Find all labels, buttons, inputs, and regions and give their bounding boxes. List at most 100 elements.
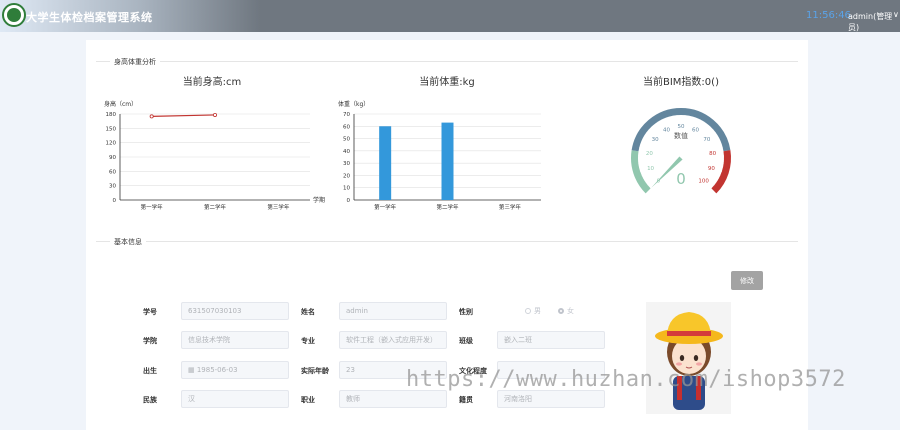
clock: 11:56:46 — [806, 10, 851, 21]
section-title-info: 基本信息 — [110, 237, 146, 247]
y-tick-label: 40 — [343, 149, 350, 155]
label-occupation: 职业 — [301, 395, 315, 405]
x-tick-label: 第一学年 — [141, 203, 164, 211]
gauge-tick — [708, 185, 712, 189]
chevron-down-icon[interactable]: ∨ — [893, 10, 899, 19]
y-tick-label: 0 — [347, 198, 351, 204]
label-class: 班级 — [459, 336, 473, 346]
x-tick-label: 第三学年 — [499, 203, 522, 211]
student-id-field[interactable]: 631507030103 — [181, 302, 289, 320]
class-field[interactable]: 嵌入二班 — [497, 331, 605, 349]
app-title: 大学生体检档案管理系统 — [26, 9, 153, 25]
gauge-tick — [709, 127, 711, 129]
gauge-tick-label: 40 — [663, 127, 670, 133]
gauge-tick — [652, 127, 654, 129]
gauge-tick — [698, 120, 700, 124]
y-tick-label: 120 — [106, 141, 117, 147]
weight-chart-title: 当前体重:kg — [367, 73, 527, 88]
label-student-id: 学号 — [143, 307, 157, 317]
gauge-tick-label: 100 — [698, 179, 709, 185]
gauge-tick — [669, 117, 670, 119]
height-x-axis-label: 学期 — [313, 196, 325, 204]
label-college: 学院 — [143, 336, 157, 346]
gauge-tick — [714, 181, 716, 182]
section-divider — [96, 61, 798, 62]
y-tick-label: 60 — [109, 169, 116, 175]
gauge-tick — [692, 117, 693, 119]
radio-icon — [525, 308, 531, 314]
section-title-body: 身高体重分析 — [110, 57, 160, 67]
occupation-field[interactable]: 教师 — [339, 390, 447, 408]
gauge-tick — [642, 174, 644, 175]
gender-male-label: 男 — [534, 307, 541, 315]
ethnicity-field[interactable]: 汉 — [181, 390, 289, 408]
gauge-tick — [658, 122, 659, 124]
gender-female-label: 女 — [567, 307, 574, 315]
gauge-tick — [716, 136, 718, 137]
height-series-line — [152, 115, 215, 116]
gauge-tick — [712, 184, 714, 186]
avatar-illustration — [646, 302, 731, 414]
gauge-tick — [649, 130, 651, 132]
gauge-tick — [640, 170, 645, 172]
student-avatar[interactable] — [646, 302, 731, 414]
gender-radio-male[interactable]: 男 — [525, 306, 541, 316]
height-data-point — [213, 113, 216, 116]
section-divider — [96, 241, 798, 242]
gauge-title: 当前BIM指数:0() — [601, 73, 761, 88]
gauge-tick — [644, 136, 646, 137]
gauge-tick — [665, 118, 666, 120]
major-field[interactable]: 软件工程（嵌入式应用开发） — [339, 331, 447, 349]
gauge-tick — [645, 181, 647, 182]
gauge-tick — [703, 122, 704, 124]
college-field[interactable]: 信息技术学院 — [181, 331, 289, 349]
gauge-tick — [639, 167, 641, 168]
label-age: 实际年龄 — [301, 366, 329, 376]
gauge-tick — [655, 124, 657, 126]
university-logo-icon — [2, 3, 26, 27]
label-major: 专业 — [301, 336, 315, 346]
y-tick-label: 0 — [113, 198, 117, 204]
x-tick-label: 第三学年 — [267, 203, 290, 211]
x-tick-label: 第二学年 — [436, 203, 459, 211]
native-place-field[interactable]: 河南洛阳 — [497, 390, 605, 408]
gauge-tick-label: 50 — [678, 124, 685, 130]
label-name: 姓名 — [301, 307, 315, 317]
gauge-tick — [641, 143, 643, 144]
gauge-tick — [661, 120, 663, 124]
x-tick-label: 第二学年 — [204, 203, 227, 211]
gauge-tick — [648, 184, 650, 186]
gauge-tick — [711, 130, 713, 132]
gauge-tick-label: 70 — [703, 137, 710, 143]
gauge-tick-label: 30 — [652, 137, 659, 143]
y-tick-label: 50 — [343, 137, 350, 143]
name-field[interactable]: admin — [339, 302, 447, 320]
y-tick-label: 30 — [109, 184, 116, 190]
gauge-tick-label: 90 — [708, 166, 715, 172]
radio-checked-icon — [558, 308, 564, 314]
watermark: https://www.huzhan.com/ishop3572 — [406, 367, 846, 392]
gauge-tick — [719, 151, 724, 152]
gauge-tick — [718, 174, 720, 175]
y-tick-label: 150 — [106, 126, 117, 132]
x-tick-label: 第一学年 — [374, 203, 397, 211]
y-tick-label: 90 — [109, 155, 116, 161]
birth-date-value: 1985-06-03 — [197, 366, 238, 374]
gauge-tick — [712, 133, 716, 136]
y-tick-label: 10 — [343, 186, 350, 192]
gauge-tick — [720, 147, 722, 148]
gauge-tick — [643, 178, 645, 179]
gauge-tick — [706, 124, 708, 126]
gauge-tick-label: 20 — [646, 151, 653, 157]
height-y-axis-label: 身高（cm） — [104, 100, 137, 108]
weight-y-axis-label: 体重（kg） — [338, 100, 369, 108]
weight-bar — [379, 126, 391, 200]
gauge-tick — [696, 118, 697, 120]
edit-button[interactable]: 修改 — [731, 271, 763, 290]
gender-radio-female[interactable]: 女 — [558, 306, 574, 316]
birth-date-field[interactable]: ▦ 1985-06-03 — [181, 361, 289, 379]
y-tick-label: 30 — [343, 161, 350, 167]
gauge-tick — [719, 143, 721, 144]
gauge-tick — [639, 147, 641, 148]
weight-bar — [442, 123, 454, 200]
